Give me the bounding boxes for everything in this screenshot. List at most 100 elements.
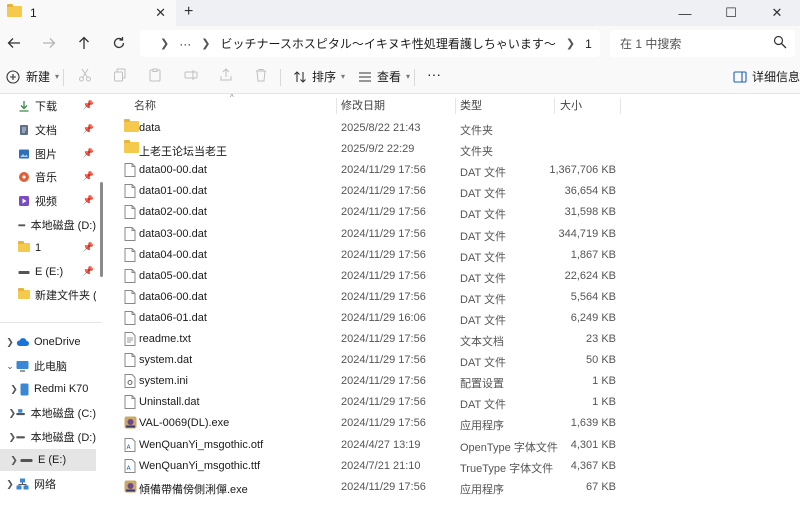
file-name: data02-00.dat: [139, 206, 207, 219]
app-icon: [124, 480, 138, 494]
file-name: 傾備帶備傍側浰僤.exe: [139, 483, 248, 496]
sidebar-item-drive-d[interactable]: 本地磁盘 (D:): [18, 214, 96, 236]
column-header-size[interactable]: 大小: [560, 95, 582, 115]
minimize-button[interactable]: —: [662, 0, 708, 26]
paste-button[interactable]: [148, 68, 162, 82]
forward-button[interactable]: [38, 32, 60, 54]
table-row[interactable]: data04-00.dat 2024/11/29 17:56 DAT 文件 1,867…: [120, 245, 800, 266]
chevron-right-icon[interactable]: ❯: [8, 408, 16, 419]
column-header-date[interactable]: 修改日期: [341, 95, 385, 115]
table-row[interactable]: Uninstall.dat 2024/11/29 17:56 DAT 文件 1 KB: [120, 392, 800, 413]
up-button[interactable]: [73, 32, 95, 54]
back-button[interactable]: [3, 32, 25, 54]
table-row[interactable]: data05-00.dat 2024/11/29 17:56 DAT 文件 22,62…: [120, 266, 800, 287]
tab-close-button[interactable]: ✕: [155, 5, 166, 21]
table-row[interactable]: data06-01.dat 2024/11/29 16:06 DAT 文件 6,249…: [120, 308, 800, 329]
table-row[interactable]: data01-00.dat 2024/11/29 17:56 DAT 文件 36,65…: [120, 181, 800, 202]
table-row[interactable]: data02-00.dat 2024/11/29 17:56 DAT 文件 31,59…: [120, 202, 800, 223]
file-size: 344,719 KB: [558, 227, 617, 240]
close-window-button[interactable]: ✕: [754, 0, 800, 26]
table-row[interactable]: system.dat 2024/11/29 17:56 DAT 文件 50 KB: [120, 350, 800, 371]
sidebar-item-videos[interactable]: 视频 📌: [18, 190, 96, 212]
sidebar-item-label: 文档: [35, 125, 57, 137]
tab-current-folder[interactable]: 1 ✕: [0, 0, 176, 26]
file-size: 1 KB: [592, 396, 616, 409]
chevron-right-icon[interactable]: ❯: [8, 432, 16, 443]
maximize-button[interactable]: ☐: [708, 0, 754, 26]
sidebar-item-label: 新建文件夹 (: [35, 290, 96, 302]
sidebar-item-drive-c[interactable]: ❯ 本地磁盘 (C:): [8, 402, 96, 424]
cut-button[interactable]: [78, 68, 92, 82]
breadcrumb-item[interactable]: ビッチナースホスピタル～イキヌキ性処理看護しちゃいます～: [220, 35, 555, 52]
share-button[interactable]: [219, 68, 233, 82]
sidebar-item-redmi[interactable]: ❯ Redmi K70: [8, 378, 96, 400]
music-icon: [19, 172, 29, 182]
table-row[interactable]: data 2025/8/22 21:43 文件夹: [120, 118, 800, 139]
table-row[interactable]: data00-00.dat 2024/11/29 17:56 DAT 文件 1,367…: [120, 160, 800, 181]
column-divider[interactable]: [336, 98, 337, 114]
sidebar-item-folder-1[interactable]: 1 📌: [18, 237, 96, 259]
table-row[interactable]: VAL-0069(DL).exe 2024/11/29 17:56 应用程序 1,63…: [120, 413, 800, 434]
table-row[interactable]: 傾備帶備傍側浰僤.exe 2024/11/29 17:56 应用程序 67 KB: [120, 477, 800, 498]
tab-title: 1: [30, 6, 37, 20]
more-options-button[interactable]: ···: [427, 66, 441, 82]
refresh-icon: [113, 37, 125, 49]
new-button[interactable]: 新建 ▾: [6, 68, 59, 85]
sidebar-item-onedrive[interactable]: ❯ OneDrive: [4, 331, 96, 353]
folder-icon: [7, 4, 22, 20]
table-row[interactable]: data03-00.dat 2024/11/29 17:56 DAT 文件 344,7…: [120, 224, 800, 245]
sidebar-item-this-pc[interactable]: ⌄ 此电脑: [4, 355, 96, 377]
sidebar-item-label: Redmi K70: [34, 383, 89, 395]
sort-label: 排序: [312, 70, 337, 84]
sort-button[interactable]: 排序 ▾: [293, 68, 345, 85]
pictures-icon: [19, 149, 29, 159]
sidebar-item-drive-d-tree[interactable]: ❯ 本地磁盘 (D:): [8, 426, 96, 448]
file-type: 文件夹: [460, 146, 493, 159]
chevron-right-icon[interactable]: ❯: [4, 479, 16, 490]
sidebar-item-drive-e-tree[interactable]: ❯ E (E:): [0, 449, 96, 471]
breadcrumb-more[interactable]: ···: [179, 37, 191, 51]
file-modified-date: 2024/11/29 16:06: [341, 311, 426, 324]
details-pane-button[interactable]: 详细信息: [733, 68, 800, 85]
pin-icon: 📌: [82, 171, 94, 181]
sidebar-item-new-folder[interactable]: 新建文件夹 (: [18, 284, 96, 306]
file-modified-date: 2024/11/29 17:56: [341, 164, 426, 177]
table-row[interactable]: 上老王论坛当老王 2025/9/2 22:29 文件夹: [120, 139, 800, 160]
sidebar-item-drive-e[interactable]: E (E:) 📌: [18, 261, 96, 283]
sidebar-item-network[interactable]: ❯ 网络: [4, 473, 96, 495]
drive-icon: [20, 459, 33, 462]
download-icon: [19, 101, 29, 112]
column-header-name[interactable]: 名称: [134, 95, 156, 115]
column-divider[interactable]: [455, 98, 456, 114]
table-row[interactable]: system.ini 2024/11/29 17:56 配置设置 1 KB: [120, 371, 800, 392]
sidebar-item-music[interactable]: 音乐 📌: [18, 166, 96, 188]
sidebar-item-pictures[interactable]: 图片 📌: [18, 143, 96, 165]
table-row[interactable]: readme.txt 2024/11/29 17:56 文本文档 23 KB: [120, 329, 800, 350]
breadcrumb-item[interactable]: 1: [585, 37, 592, 51]
sidebar-scrollbar[interactable]: [100, 182, 103, 277]
table-row[interactable]: data06-00.dat 2024/11/29 17:56 DAT 文件 5,564…: [120, 287, 800, 308]
chevron-right-icon[interactable]: ❯: [8, 384, 20, 395]
search-input[interactable]: 在 1 中搜索: [610, 30, 795, 57]
table-row[interactable]: A WenQuanYi_msgothic.ttf 2024/7/21 21:10 Tr…: [120, 456, 800, 477]
chevron-right-icon[interactable]: ❯: [4, 337, 16, 348]
copy-button[interactable]: [113, 68, 127, 82]
plus-circle-icon: [6, 69, 20, 84]
column-divider[interactable]: [554, 98, 555, 114]
sidebar-item-documents[interactable]: 文档 📌: [18, 119, 96, 141]
column-divider[interactable]: [620, 98, 621, 114]
file-modified-date: 2024/7/21 21:10: [341, 459, 421, 472]
rename-button[interactable]: [184, 68, 198, 82]
paste-icon: [149, 68, 161, 82]
chevron-down-icon[interactable]: ⌄: [4, 361, 16, 372]
sidebar-item-downloads[interactable]: 下载 📌: [18, 95, 96, 117]
file-size: 36,654 KB: [564, 185, 616, 198]
address-bar[interactable]: ❯ ··· ❯ ビッチナースホスピタル～イキヌキ性処理看護しちゃいます～ ❯ 1…: [140, 30, 600, 57]
chevron-right-icon[interactable]: ❯: [8, 455, 20, 466]
new-tab-button[interactable]: +: [184, 3, 193, 21]
view-button[interactable]: 查看 ▾: [358, 68, 410, 85]
delete-button[interactable]: [254, 68, 268, 82]
table-row[interactable]: A WenQuanYi_msgothic.otf 2024/4/27 13:19 Op…: [120, 435, 800, 456]
column-header-type[interactable]: 类型: [460, 95, 482, 115]
refresh-button[interactable]: [108, 32, 130, 54]
